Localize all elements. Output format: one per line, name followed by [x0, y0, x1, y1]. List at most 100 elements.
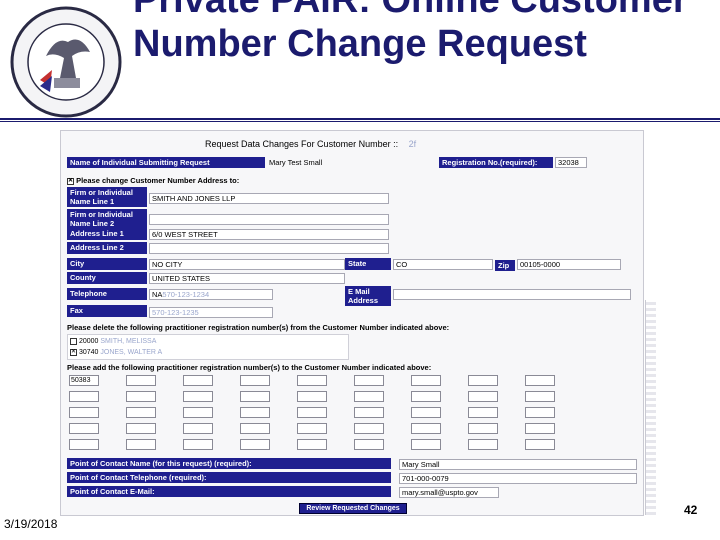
title-divider: [0, 118, 720, 122]
add-registration-input[interactable]: [411, 423, 441, 434]
add-registration-input[interactable]: [240, 391, 270, 402]
add-registration-input[interactable]: [183, 375, 213, 386]
poc-email-field[interactable]: mary.small@uspto.gov: [399, 487, 499, 498]
firm-line1-field[interactable]: SMITH AND JONES LLP: [149, 193, 389, 204]
city-field[interactable]: NO CITY: [149, 259, 345, 270]
poc-phone-field[interactable]: 701-000-0079: [399, 473, 637, 484]
form-header: Request Data Changes For Customer Number…: [205, 139, 416, 149]
add-registration-input[interactable]: [240, 423, 270, 434]
zip-label: Zip: [495, 260, 515, 271]
poc-name-field[interactable]: Mary Small: [399, 459, 637, 470]
add-registration-input[interactable]: [69, 391, 99, 402]
add-registration-input[interactable]: [69, 407, 99, 418]
add-registration-input[interactable]: [468, 439, 498, 450]
fax-field[interactable]: 570-123-1235: [149, 307, 273, 318]
firm-line2-field[interactable]: [149, 214, 389, 225]
add-registration-input[interactable]: [411, 375, 441, 386]
add-registration-input[interactable]: [126, 391, 156, 402]
address-line1-field[interactable]: 6/0 WEST STREET: [149, 229, 389, 240]
add-registration-input[interactable]: [354, 391, 384, 402]
add-registration-input[interactable]: [183, 439, 213, 450]
add-registration-input[interactable]: [69, 423, 99, 434]
add-registration-input[interactable]: 50383: [69, 375, 99, 386]
email-field[interactable]: [393, 289, 631, 300]
change-address-row: ✕ Please change Customer Number Address …: [67, 176, 239, 185]
submitter-label: Name of Individual Submitting Request: [67, 157, 265, 168]
add-registration-input[interactable]: [240, 407, 270, 418]
add-registration-input[interactable]: [297, 375, 327, 386]
email-label-a: E Mail: [348, 287, 370, 296]
add-registration-input[interactable]: [297, 391, 327, 402]
delete-item-checkbox[interactable]: ✕: [70, 348, 77, 356]
add-registration-input[interactable]: [411, 391, 441, 402]
add-registration-input[interactable]: [126, 407, 156, 418]
poc-name-label: Point of Contact Name (for this request)…: [67, 458, 391, 469]
add-registration-input[interactable]: [468, 407, 498, 418]
telephone-label: Telephone: [67, 288, 147, 300]
email-label-b: Address: [348, 296, 379, 305]
email-label: E Mail Address: [345, 286, 391, 306]
delete-item-name: JONES, WALTER A: [100, 349, 163, 356]
state-field[interactable]: CO: [393, 259, 493, 270]
firm-line1-label: Firm or Individual Name Line 1: [67, 187, 147, 207]
add-registration-input[interactable]: [126, 439, 156, 450]
add-registration-input[interactable]: [297, 423, 327, 434]
delete-item-name: SMITH, MELISSA: [100, 338, 157, 345]
add-registration-input[interactable]: [468, 375, 498, 386]
delete-practitioners-label: Please delete the following practitioner…: [67, 323, 450, 332]
add-registration-input[interactable]: [183, 391, 213, 402]
registration-number-field[interactable]: 32038: [555, 157, 587, 168]
add-registration-input[interactable]: [297, 439, 327, 450]
add-registration-input[interactable]: [525, 423, 555, 434]
telephone-field[interactable]: NA570-123-1234: [149, 289, 273, 300]
add-registration-input[interactable]: [354, 375, 384, 386]
slide-title: Private PAIR: Online Customer Number Cha…: [133, 0, 688, 65]
delete-item: 20000 SMITH, MELISSA: [70, 337, 156, 347]
address-line2-field[interactable]: [149, 243, 389, 254]
add-registration-input[interactable]: [525, 439, 555, 450]
add-registration-input[interactable]: [525, 391, 555, 402]
delete-practitioners-list: 20000 SMITH, MELISSA ✕ 30740 JONES, WALT…: [67, 334, 349, 360]
add-registration-input[interactable]: [525, 375, 555, 386]
poc-email-label: Point of Contact E-Mail:: [67, 486, 391, 497]
review-changes-button[interactable]: Review Requested Changes: [299, 503, 407, 514]
customer-number-change-form: Request Data Changes For Customer Number…: [60, 130, 644, 516]
add-registration-input[interactable]: [183, 423, 213, 434]
add-registration-input[interactable]: [354, 407, 384, 418]
address-line2-label: Address Line 2: [67, 242, 147, 254]
add-registration-input[interactable]: [126, 375, 156, 386]
firm-line2-label-a: Firm or Individual: [70, 210, 133, 219]
delete-item: ✕ 30740 JONES, WALTER A: [70, 348, 162, 358]
add-registration-input[interactable]: [240, 439, 270, 450]
uspto-seal-icon: [10, 6, 122, 118]
add-registration-input[interactable]: [354, 423, 384, 434]
add-registration-input[interactable]: [183, 407, 213, 418]
country-label: County: [67, 272, 147, 284]
delete-item-checkbox[interactable]: [70, 337, 77, 345]
state-label: State: [345, 258, 391, 270]
add-registration-input[interactable]: [411, 407, 441, 418]
address-line1-label: Address Line 1: [67, 228, 147, 240]
add-registration-input[interactable]: [354, 439, 384, 450]
add-registration-input[interactable]: [240, 375, 270, 386]
customer-number-value: 2f: [408, 139, 417, 149]
add-registration-input[interactable]: [126, 423, 156, 434]
form-header-text: Request Data Changes For Customer Number…: [205, 139, 399, 149]
change-address-checkbox[interactable]: ✕: [67, 177, 74, 185]
add-registration-input[interactable]: [525, 407, 555, 418]
add-registration-input[interactable]: [468, 391, 498, 402]
scrollbar[interactable]: [645, 300, 656, 515]
delete-item-reg: 30740: [78, 349, 99, 356]
zip-field[interactable]: 00105-0000: [517, 259, 621, 270]
add-registration-input[interactable]: [468, 423, 498, 434]
fax-label: Fax: [67, 305, 147, 317]
add-registration-input[interactable]: [411, 439, 441, 450]
add-registration-input[interactable]: [297, 407, 327, 418]
page-number: 42: [684, 503, 698, 517]
firm-line2-label: Firm or Individual Name Line 2: [67, 209, 147, 229]
add-registration-input[interactable]: [69, 439, 99, 450]
firm-line1-label-a: Firm or Individual: [70, 188, 133, 197]
country-field[interactable]: UNITED STATES: [149, 273, 345, 284]
delete-item-reg: 20000: [78, 338, 99, 345]
change-address-label: Please change Customer Number Address to…: [76, 176, 240, 185]
